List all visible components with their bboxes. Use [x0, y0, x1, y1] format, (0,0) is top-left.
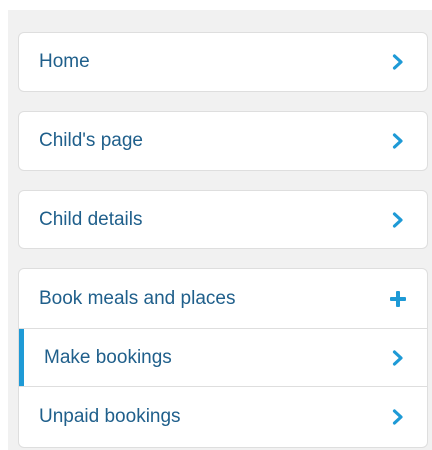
chevron-right-icon — [392, 409, 403, 425]
chevron-right-icon — [392, 211, 403, 228]
chevron-right-icon — [392, 349, 403, 366]
nav-item-child-details[interactable]: Child details — [18, 190, 428, 249]
side-navigation-panel: Home Child's page Child details Book mea… — [8, 10, 432, 450]
nav-item-label: Child's page — [39, 130, 143, 151]
nav-subitem-label: Unpaid bookings — [39, 406, 181, 427]
nav-subitem-label: Make bookings — [44, 346, 172, 368]
nav-item-label: Home — [39, 51, 90, 72]
chevron-right-icon — [392, 54, 403, 70]
nav-group-label: Book meals and places — [39, 287, 236, 309]
plus-icon — [390, 290, 406, 307]
nav-item-label: Child details — [39, 208, 143, 230]
nav-item-childs-page[interactable]: Child's page — [18, 111, 428, 171]
nav-subitem-unpaid-bookings[interactable]: Unpaid bookings — [19, 386, 427, 447]
nav-group-header-book-meals-and-places[interactable]: Book meals and places — [19, 269, 427, 328]
nav-subitem-make-bookings[interactable]: Make bookings — [19, 328, 427, 386]
nav-group-book-meals-and-places: Book meals and places Make bookings Unpa… — [18, 268, 428, 448]
chevron-right-icon — [392, 133, 403, 149]
nav-item-home[interactable]: Home — [18, 32, 428, 92]
active-indicator — [19, 329, 24, 386]
